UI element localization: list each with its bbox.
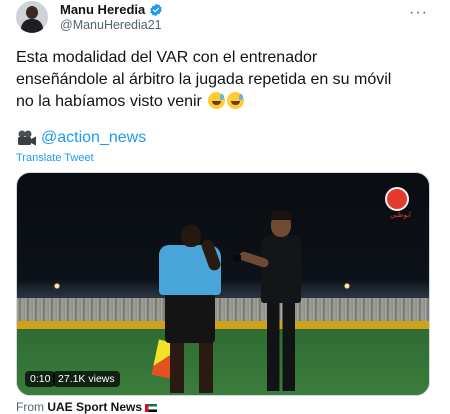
- grinning-sweat-emoji-icon: [227, 92, 245, 109]
- channel-logo-icon: [385, 187, 409, 211]
- verified-badge-icon: [150, 3, 163, 16]
- tweet-text-fragment: no la habíamos visto venir: [16, 93, 202, 110]
- author-name-row: Manu Heredia: [60, 2, 163, 17]
- video-views-badge: 27.1K views: [53, 371, 120, 387]
- coach-figure: [270, 210, 292, 220]
- tweet-text-line: enseñándole al árbitro la jugada repetid…: [16, 71, 392, 88]
- profile-avatar[interactable]: [16, 1, 48, 33]
- author-display-name[interactable]: Manu Heredia: [60, 2, 145, 17]
- source-name[interactable]: UAE Sport News: [47, 400, 142, 414]
- referee-figure: [181, 225, 201, 247]
- source-prefix: From: [16, 400, 44, 414]
- more-options-icon[interactable]: ···: [409, 4, 428, 22]
- channel-logo-caption: ابوظبي: [389, 211, 411, 219]
- mention-link[interactable]: @action_news: [41, 129, 146, 147]
- translate-tweet-link[interactable]: Translate Tweet: [16, 152, 94, 164]
- tweet-text-line: Esta modalidad del VAR con el entrenador: [16, 49, 318, 66]
- advertising-board: [17, 321, 429, 329]
- author-handle[interactable]: @ManuHeredia21: [60, 18, 162, 32]
- grinning-sweat-emoji-icon: [208, 92, 226, 109]
- avatar-body: [21, 19, 43, 33]
- video-player[interactable]: ابوظبي 0:10 27.1K views: [16, 172, 430, 396]
- source-attribution[interactable]: From UAE Sport News: [16, 400, 158, 414]
- tweet-text-line: no la habíamos visto venir: [16, 91, 436, 113]
- mobile-phone: [233, 255, 241, 261]
- tweet-text: Esta modalidad del VAR con el entrenador…: [16, 47, 436, 113]
- referee-figure: [170, 341, 184, 393]
- uae-flag-icon: [145, 404, 158, 412]
- movie-camera-icon: [18, 130, 36, 146]
- stadium-lights: [17, 281, 429, 291]
- coach-figure: [261, 235, 301, 303]
- referee-figure: [165, 293, 215, 343]
- referee-figure: [199, 341, 213, 393]
- coach-figure: [267, 301, 295, 391]
- video-duration-badge: 0:10: [25, 371, 56, 387]
- mention-row: @action_news: [16, 129, 146, 147]
- avatar-head: [26, 6, 38, 19]
